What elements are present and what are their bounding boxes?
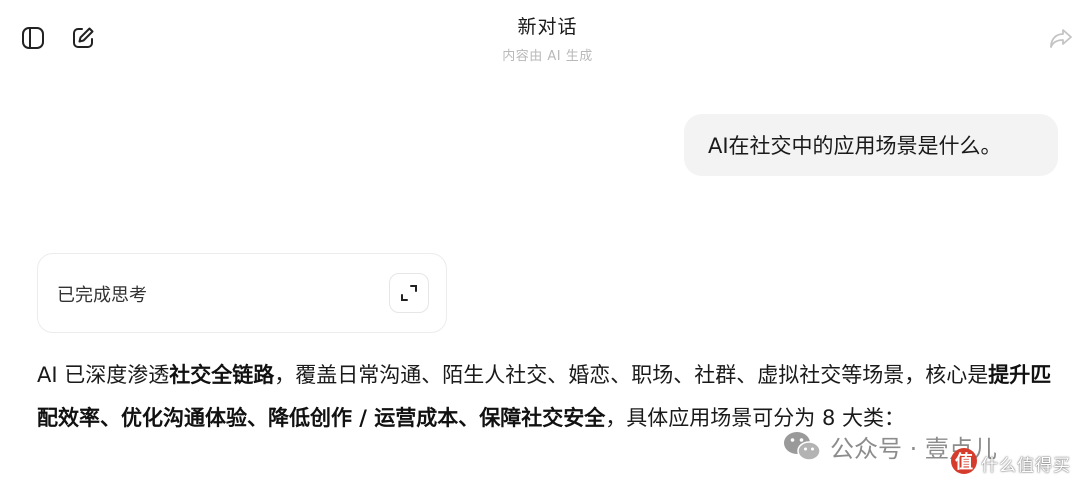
share-icon xyxy=(1050,29,1072,48)
answer-text-1: AI 已深度渗透 xyxy=(37,363,170,387)
expand-thinking-button[interactable] xyxy=(389,273,429,313)
page-title: 新对话 xyxy=(517,16,578,38)
thinking-status-label: 已完成思考 xyxy=(57,285,147,306)
user-message-text: AI在社交中的应用场景是什么。 xyxy=(708,134,1002,158)
answer-bold-1: 社交全链路 xyxy=(169,363,275,387)
ai-generated-note: 内容由 AI 生成 xyxy=(502,49,593,64)
wechat-icon xyxy=(784,432,821,461)
answer-text-2: ，覆盖日常沟通、陌生人社交、婚恋、职场、社群、虚拟社交等场景，核心是 xyxy=(274,363,989,387)
user-message-bubble: AI在社交中的应用场景是什么。 xyxy=(684,114,1058,176)
answer-text-3: ，具体应用场景可分为 8 大类： xyxy=(605,406,906,430)
site-logo: 值 xyxy=(951,448,977,474)
site-name: 什么值得买 xyxy=(981,456,1071,476)
share-button[interactable] xyxy=(1047,24,1075,52)
thinking-status-card[interactable]: 已完成思考 xyxy=(37,253,447,333)
expand-icon xyxy=(401,285,417,301)
